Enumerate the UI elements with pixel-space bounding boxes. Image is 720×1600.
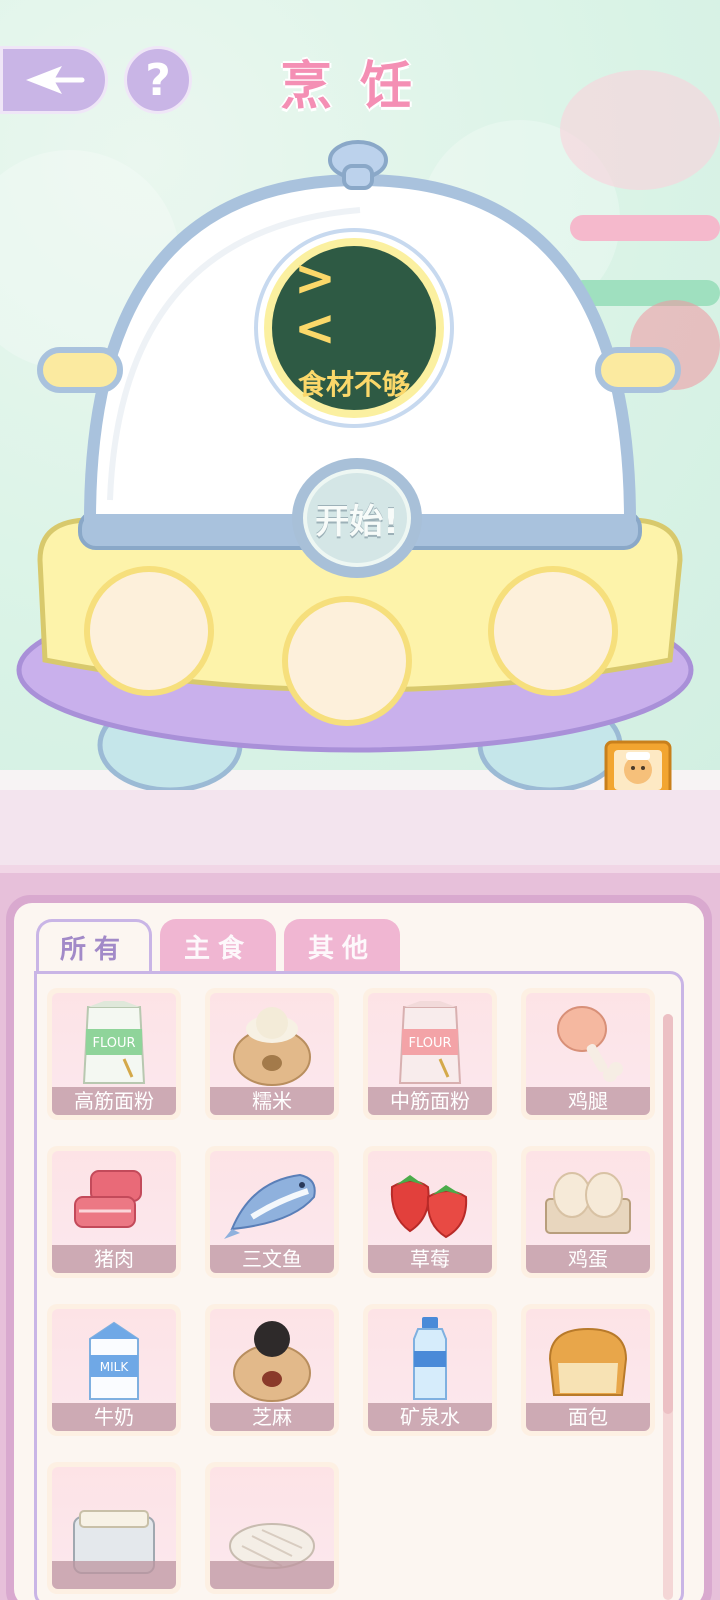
svg-text:FLOUR: FLOUR <box>408 1036 451 1051</box>
flour-bag-pink-icon: FLOUR <box>398 1001 462 1084</box>
start-button-label: 开始! <box>303 469 411 567</box>
ingredient-item[interactable]: 矿泉水 <box>363 1304 497 1436</box>
status-text: 食材不够 <box>297 368 410 401</box>
ingredient-item[interactable]: 三文鱼 <box>205 1146 339 1278</box>
ingredient-label: 猪肉 <box>52 1245 176 1273</box>
strawberry-icon <box>390 1175 468 1239</box>
ingredient-item[interactable]: 猪肉 <box>47 1146 181 1278</box>
scrollbar-thumb[interactable] <box>663 1014 673 1414</box>
status-screen: > < 食材不够 <box>264 238 444 418</box>
ingredient-label: 高筋面粉 <box>52 1087 176 1115</box>
ingredient-label: 中筋面粉 <box>368 1087 492 1115</box>
water-bottle-icon <box>413 1317 447 1400</box>
flour-bag-green-icon: FLOUR <box>82 1001 146 1084</box>
ingredient-label: 芝麻 <box>210 1403 334 1431</box>
ingredient-grid-area: FLOUR 高筋面粉 糯米 FLOUR 中筋面粉 鸡腿 猪肉 三文鱼 草莓 鸡蛋… <box>34 971 684 1600</box>
ingredient-item[interactable]: 草莓 <box>363 1146 497 1278</box>
sesame-sack-icon <box>233 1321 311 1402</box>
svg-text:MILK: MILK <box>100 1360 130 1374</box>
ingredient-label: 鸡腿 <box>526 1087 650 1115</box>
ingredient-grid: FLOUR 高筋面粉 糯米 FLOUR 中筋面粉 鸡腿 猪肉 三文鱼 草莓 鸡蛋… <box>47 988 655 1594</box>
ingredient-label <box>52 1561 176 1589</box>
ingredient-item[interactable]: FLOUR 中筋面粉 <box>363 988 497 1120</box>
salmon-icon <box>224 1173 316 1239</box>
ingredient-slot-1[interactable] <box>84 566 214 696</box>
ingredient-item[interactable]: 鸡腿 <box>521 988 655 1120</box>
rice-sack-icon <box>233 1007 311 1086</box>
category-tabs: 所有 主食 其他 <box>36 919 400 973</box>
ingredient-panel-inner: 所有 主食 其他 FLOUR 高筋面粉 糯米 FLOUR 中筋面粉 鸡腿 猪肉 … <box>14 903 704 1600</box>
pork-icon <box>74 1170 142 1228</box>
ingredient-label: 草莓 <box>368 1245 492 1273</box>
ingredient-label: 糯米 <box>210 1087 334 1115</box>
milk-carton-icon: MILK <box>89 1321 139 1400</box>
tab-staple[interactable]: 主食 <box>160 919 276 973</box>
ingredient-panel: 所有 主食 其他 FLOUR 高筋面粉 糯米 FLOUR 中筋面粉 鸡腿 猪肉 … <box>0 865 720 1600</box>
recipe-button[interactable]: 菜谱 <box>600 738 682 790</box>
ingredient-label: 三文鱼 <box>210 1245 334 1273</box>
ingredient-label <box>210 1561 334 1589</box>
ingredient-item[interactable]: 糯米 <box>205 988 339 1120</box>
ingredient-item[interactable]: FLOUR 高筋面粉 <box>47 988 181 1120</box>
recipe-book-icon <box>604 740 672 790</box>
ingredient-slot-3[interactable] <box>488 566 618 696</box>
ingredient-item[interactable] <box>47 1462 181 1594</box>
ingredient-label: 面包 <box>526 1403 650 1431</box>
page-title: 烹饪 <box>279 57 440 117</box>
ingredient-item[interactable]: MILK 牛奶 <box>47 1304 181 1436</box>
ingredient-item[interactable]: 面包 <box>521 1304 655 1436</box>
start-button[interactable]: 开始! <box>292 458 422 578</box>
chicken-leg-icon <box>557 1006 623 1082</box>
eggs-icon <box>545 1172 631 1234</box>
tab-all[interactable]: 所有 <box>36 919 152 973</box>
ingredient-label: 鸡蛋 <box>526 1245 650 1273</box>
bread-icon <box>548 1327 628 1396</box>
ingredient-item[interactable] <box>205 1462 339 1594</box>
ingredient-slot-2[interactable] <box>282 596 412 726</box>
ingredient-label: 牛奶 <box>52 1403 176 1431</box>
status-face: > < <box>294 249 358 357</box>
ingredient-item[interactable]: 芝麻 <box>205 1304 339 1436</box>
ingredient-panel-frame: 所有 主食 其他 FLOUR 高筋面粉 糯米 FLOUR 中筋面粉 鸡腿 猪肉 … <box>6 895 712 1600</box>
ingredient-scrollbar[interactable] <box>663 1014 673 1600</box>
tab-other[interactable]: 其他 <box>284 919 400 973</box>
svg-text:FLOUR: FLOUR <box>92 1036 135 1051</box>
ingredient-item[interactable]: 鸡蛋 <box>521 1146 655 1278</box>
ingredient-label: 矿泉水 <box>368 1403 492 1431</box>
cooking-scene: ? 烹饪 > < 食材不够 开始! 菜谱 <box>0 0 720 790</box>
